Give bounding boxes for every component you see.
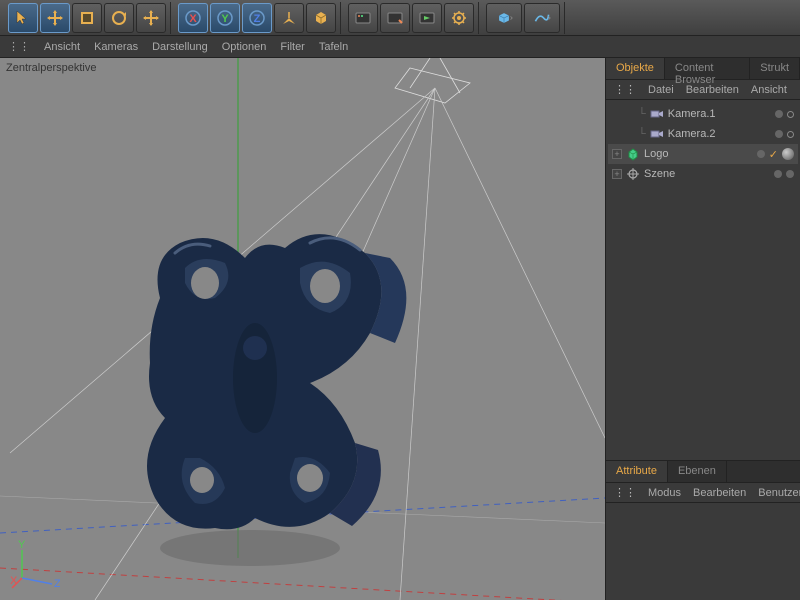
snap-tool[interactable] (136, 3, 166, 33)
tab-content-browser[interactable]: Content Browser (665, 58, 750, 79)
cube-tool[interactable] (306, 3, 336, 33)
rotate-tool[interactable] (104, 3, 134, 33)
scale-tool[interactable] (72, 3, 102, 33)
tab-struktur[interactable]: Strukt (750, 58, 800, 79)
render-active-tool[interactable] (412, 3, 442, 33)
material-sphere-icon[interactable] (782, 148, 794, 160)
expand-icon[interactable]: + (612, 169, 622, 179)
logo-object (147, 234, 406, 566)
obj-menu-bearbeiten[interactable]: Bearbeiten (686, 84, 739, 96)
tab-attribute[interactable]: Attribute (606, 461, 668, 482)
cube-icon (626, 147, 640, 161)
menu-grip[interactable]: ⋮⋮ (614, 486, 636, 499)
attr-menu-benutzer[interactable]: Benutzer (758, 487, 800, 499)
object-row-kamera1[interactable]: └ Kamera.1 (608, 104, 798, 124)
render-view-tool[interactable] (348, 3, 378, 33)
expand-icon[interactable]: + (612, 149, 622, 159)
camera-icon (650, 127, 664, 141)
primitive-cube-tool[interactable] (486, 3, 522, 33)
viewport-camera-label: Zentralperspektive (6, 62, 97, 74)
object-label: Kamera.1 (668, 108, 771, 120)
object-tree[interactable]: └ Kamera.1 └ Kamera.2 + Logo ✓ + (606, 100, 800, 460)
object-vis-dots[interactable] (775, 110, 794, 118)
tool-group-axis: X Y Z (174, 2, 341, 34)
object-row-szene[interactable]: + Szene (608, 164, 798, 184)
null-icon (626, 167, 640, 181)
axis-gizmo: Y Z X (10, 540, 60, 590)
right-panel: Objekte Content Browser Strukt ⋮⋮ Datei … (605, 58, 800, 600)
obj-menu-datei[interactable]: Datei (648, 84, 674, 96)
object-panel-menubar: ⋮⋮ Datei Bearbeiten Ansicht (606, 80, 800, 100)
render-settings-tool[interactable] (444, 3, 474, 33)
vp-menu-optionen[interactable]: Optionen (222, 41, 267, 53)
object-label: Szene (644, 168, 770, 180)
viewport-menubar: ⋮⋮ Ansicht Kameras Darstellung Optionen … (0, 36, 800, 58)
attribute-panel: Attribute Ebenen ⋮⋮ Modus Bearbeiten Ben… (606, 460, 800, 600)
expand-icon[interactable] (612, 129, 622, 139)
svg-text:Z: Z (254, 13, 261, 25)
axis-z-lock[interactable]: Z (242, 3, 272, 33)
tool-group-prim (482, 2, 565, 34)
tree-branch-icon: └ (638, 108, 646, 120)
attr-panel-menubar: ⋮⋮ Modus Bearbeiten Benutzer (606, 483, 800, 503)
vp-menu-darstellung[interactable]: Darstellung (152, 41, 208, 53)
tool-group-select (4, 2, 171, 34)
scene-render (0, 58, 605, 600)
attr-menu-bearbeiten[interactable]: Bearbeiten (693, 487, 746, 499)
attr-panel-tabs: Attribute Ebenen (606, 461, 800, 483)
coord-system-tool[interactable] (274, 3, 304, 33)
object-vis-dots[interactable] (775, 130, 794, 138)
object-row-kamera2[interactable]: └ Kamera.2 (608, 124, 798, 144)
object-label: Logo (644, 148, 753, 160)
object-row-logo[interactable]: + Logo ✓ (608, 144, 798, 164)
tab-objekte[interactable]: Objekte (606, 58, 665, 79)
svg-text:Z: Z (54, 578, 60, 590)
main-toolbar: X Y Z (0, 0, 800, 36)
svg-text:X: X (10, 575, 18, 587)
render-region-tool[interactable] (380, 3, 410, 33)
object-label: Kamera.2 (668, 128, 771, 140)
select-tool[interactable] (8, 3, 38, 33)
vp-menu-ansicht[interactable]: Ansicht (44, 41, 80, 53)
svg-text:Y: Y (221, 13, 229, 25)
vp-menu-tafeln[interactable]: Tafeln (319, 41, 348, 53)
expand-icon[interactable] (612, 109, 622, 119)
camera-icon (650, 107, 664, 121)
viewport-3d[interactable]: Zentralperspektive (0, 58, 605, 600)
axis-y-lock[interactable]: Y (210, 3, 240, 33)
object-vis-dots[interactable] (774, 170, 794, 178)
menu-grip[interactable]: ⋮⋮ (8, 40, 30, 53)
object-vis-dots[interactable]: ✓ (757, 148, 794, 161)
tab-ebenen[interactable]: Ebenen (668, 461, 727, 482)
attr-menu-modus[interactable]: Modus (648, 487, 681, 499)
menu-grip[interactable]: ⋮⋮ (614, 83, 636, 96)
move-tool[interactable] (40, 3, 70, 33)
object-panel-tabs: Objekte Content Browser Strukt (606, 58, 800, 80)
axis-x-lock[interactable]: X (178, 3, 208, 33)
primitive-spline-tool[interactable] (524, 3, 560, 33)
tool-group-render (344, 2, 479, 34)
obj-menu-ansicht[interactable]: Ansicht (751, 84, 787, 96)
check-icon: ✓ (769, 148, 778, 161)
vp-menu-filter[interactable]: Filter (280, 41, 304, 53)
tree-branch-icon: └ (638, 128, 646, 140)
main-area: Zentralperspektive (0, 58, 800, 600)
svg-text:X: X (189, 13, 197, 25)
vp-menu-kameras[interactable]: Kameras (94, 41, 138, 53)
svg-text:Y: Y (18, 540, 26, 551)
